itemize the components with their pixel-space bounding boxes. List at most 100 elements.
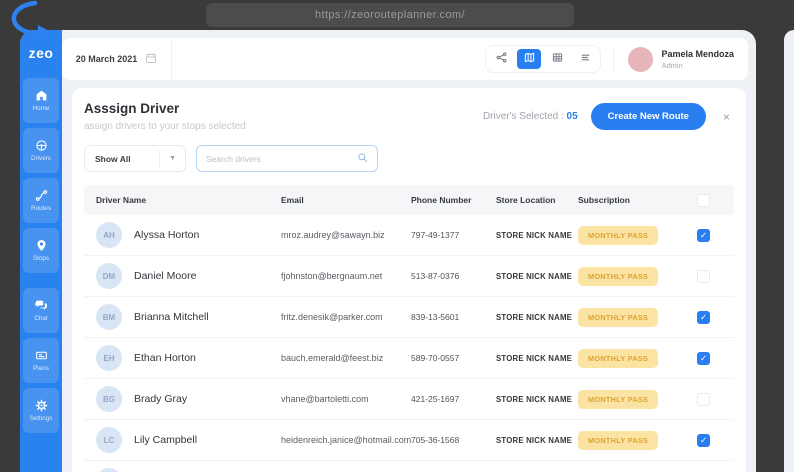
sidebar-item-plans[interactable]: Plans: [23, 338, 59, 383]
search-input[interactable]: [206, 153, 357, 164]
calendar-icon: [145, 52, 157, 66]
subscription-cell: MONTHLY PASS: [578, 348, 673, 368]
route-icon: [35, 189, 48, 202]
table-row: EH Ethan Horton bauch.emerald@feest.biz …: [84, 338, 734, 379]
home-icon: [35, 89, 48, 102]
driver-email: fjohnston@bergnaum.net: [281, 271, 383, 281]
driver-phone: 705-36-1568: [411, 435, 460, 445]
sidebar-item-label: Routes: [31, 205, 51, 212]
driver-name-cell: EH Ethan Horton: [96, 345, 281, 371]
avatar: BM: [96, 304, 122, 330]
driver-store-location: STORE NICK NAME: [496, 271, 573, 281]
sidebar-item-routes[interactable]: Routes: [23, 178, 59, 223]
curved-arrow-annotation: [11, 0, 51, 40]
driver-email: fritz.denesik@parker.com: [281, 312, 383, 322]
driver-name-cell: DM Daniel Moore: [96, 263, 281, 289]
next-screen-edge: [784, 30, 794, 472]
user-profile[interactable]: Pamela Mendoza Admin: [613, 45, 748, 73]
column-email: Email: [281, 195, 304, 205]
filter-dropdown-value: Show All: [95, 153, 131, 164]
subscription-badge: MONTHLY PASS: [578, 226, 659, 245]
column-driver-name: Driver Name: [96, 195, 147, 205]
row-checkbox[interactable]: [697, 351, 710, 365]
subscription-badge: MONTHLY PASS: [578, 349, 659, 368]
row-checkbox[interactable]: [697, 310, 710, 324]
subscription-badge: MONTHLY PASS: [578, 308, 659, 327]
gear-icon: [35, 399, 48, 412]
table-row: DM Daniel Moore fjohnston@bergnaum.net 5…: [84, 256, 734, 297]
sidebar-item-label: Stops: [32, 255, 50, 262]
driver-name-cell: WM Winston Martin: [96, 468, 281, 472]
topbar: 20 March 2021 Pamela Mendoza Admin: [62, 38, 748, 80]
avatar: AH: [96, 222, 122, 248]
subscription-cell: MONTHLY PASS: [578, 225, 673, 245]
subscription-badge: MONTHLY PASS: [578, 267, 659, 286]
sidebar: zeo Home Drivers Routes Stops Chat Plans…: [20, 30, 62, 472]
user-name: Pamela Mendoza: [661, 48, 734, 59]
drivers-selected-count: 05: [566, 111, 578, 122]
select-all-checkbox[interactable]: [697, 193, 710, 207]
driver-name: Lily Campbell: [134, 434, 198, 446]
user-role: Admin: [661, 60, 683, 70]
avatar: DM: [96, 263, 122, 289]
close-icon[interactable]: ×: [719, 110, 734, 124]
sidebar-item-settings[interactable]: Settings: [23, 388, 59, 433]
row-checkbox[interactable]: [697, 433, 710, 447]
subscription-badge: MONTHLY PASS: [578, 390, 659, 409]
driver-email: heidenreich.janice@hotmail.com: [281, 435, 412, 445]
share-view-icon: [496, 50, 507, 68]
driver-store-location: STORE NICK NAME: [496, 230, 573, 240]
driver-email: vhane@bartoletti.com: [281, 394, 369, 404]
row-checkbox[interactable]: [697, 269, 710, 283]
date-label: 20 March 2021: [75, 54, 138, 64]
search-box: [196, 145, 378, 172]
chevron-down-icon: ▼: [159, 150, 185, 167]
view-switcher: [485, 45, 602, 73]
browser-address-bar[interactable]: https://zeorouteplanner.com/: [206, 3, 574, 27]
table-header: Driver Name Email Phone Number Store Loc…: [84, 185, 734, 215]
driver-name: Ethan Horton: [134, 352, 196, 364]
sidebar-item-stops[interactable]: Stops: [23, 228, 59, 273]
steering-wheel-icon: [35, 139, 48, 152]
map-pin-icon: [35, 239, 48, 252]
column-phone-number: Phone Number: [411, 195, 472, 205]
chat-icon: [34, 299, 48, 312]
ticket-icon: [35, 349, 48, 362]
subscription-cell: MONTHLY PASS: [578, 430, 673, 450]
page-title: Asssign Driver: [84, 101, 180, 116]
sidebar-item-home[interactable]: Home: [23, 78, 59, 123]
driver-name-cell: BG Brady Gray: [96, 386, 281, 412]
driver-name: Daniel Moore: [134, 270, 197, 282]
table-row: LC Lily Campbell heidenreich.janice@hotm…: [84, 420, 734, 461]
map-view-button[interactable]: [517, 49, 542, 69]
table-row: BM Brianna Mitchell fritz.denesik@parker…: [84, 297, 734, 338]
driver-table-body: AH Alyssa Horton mroz.audrey@sawayn.biz …: [84, 215, 734, 472]
table-view-button[interactable]: [545, 49, 569, 69]
app-window: zeo Home Drivers Routes Stops Chat Plans…: [20, 30, 756, 472]
list-view-button[interactable]: [573, 49, 597, 69]
subscription-cell: MONTHLY PASS: [578, 266, 673, 286]
driver-name-cell: BM Brianna Mitchell: [96, 304, 281, 330]
row-checkbox[interactable]: [697, 392, 710, 406]
share-view-button[interactable]: [489, 49, 513, 69]
column-store-location: Store Location: [496, 195, 556, 205]
sidebar-item-chat[interactable]: Chat: [23, 288, 59, 333]
table-row: BG Brady Gray vhane@bartoletti.com 421-2…: [84, 379, 734, 420]
sidebar-item-drivers[interactable]: Drivers: [23, 128, 59, 173]
date-picker[interactable]: 20 March 2021: [62, 38, 172, 80]
filter-dropdown[interactable]: Show All ▼: [84, 145, 186, 172]
driver-store-location: STORE NICK NAME: [496, 394, 573, 404]
avatar: EH: [96, 345, 122, 371]
sidebar-item-label: Home: [32, 105, 50, 112]
subscription-cell: MONTHLY PASS: [578, 389, 673, 409]
driver-store-location: STORE NICK NAME: [496, 435, 573, 445]
sidebar-item-label: Settings: [29, 415, 53, 422]
driver-store-location: STORE NICK NAME: [496, 312, 573, 322]
table-row: WM Winston Martin vinnie80@lebsack.com 8…: [84, 461, 734, 472]
subscription-cell: MONTHLY PASS: [578, 307, 673, 327]
create-new-route-button[interactable]: Create New Route: [590, 103, 706, 130]
driver-phone: 513-87-0376: [411, 271, 460, 281]
table-row: AH Alyssa Horton mroz.audrey@sawayn.biz …: [84, 215, 734, 256]
row-checkbox[interactable]: [697, 228, 710, 242]
driver-name: Brianna Mitchell: [134, 311, 209, 323]
